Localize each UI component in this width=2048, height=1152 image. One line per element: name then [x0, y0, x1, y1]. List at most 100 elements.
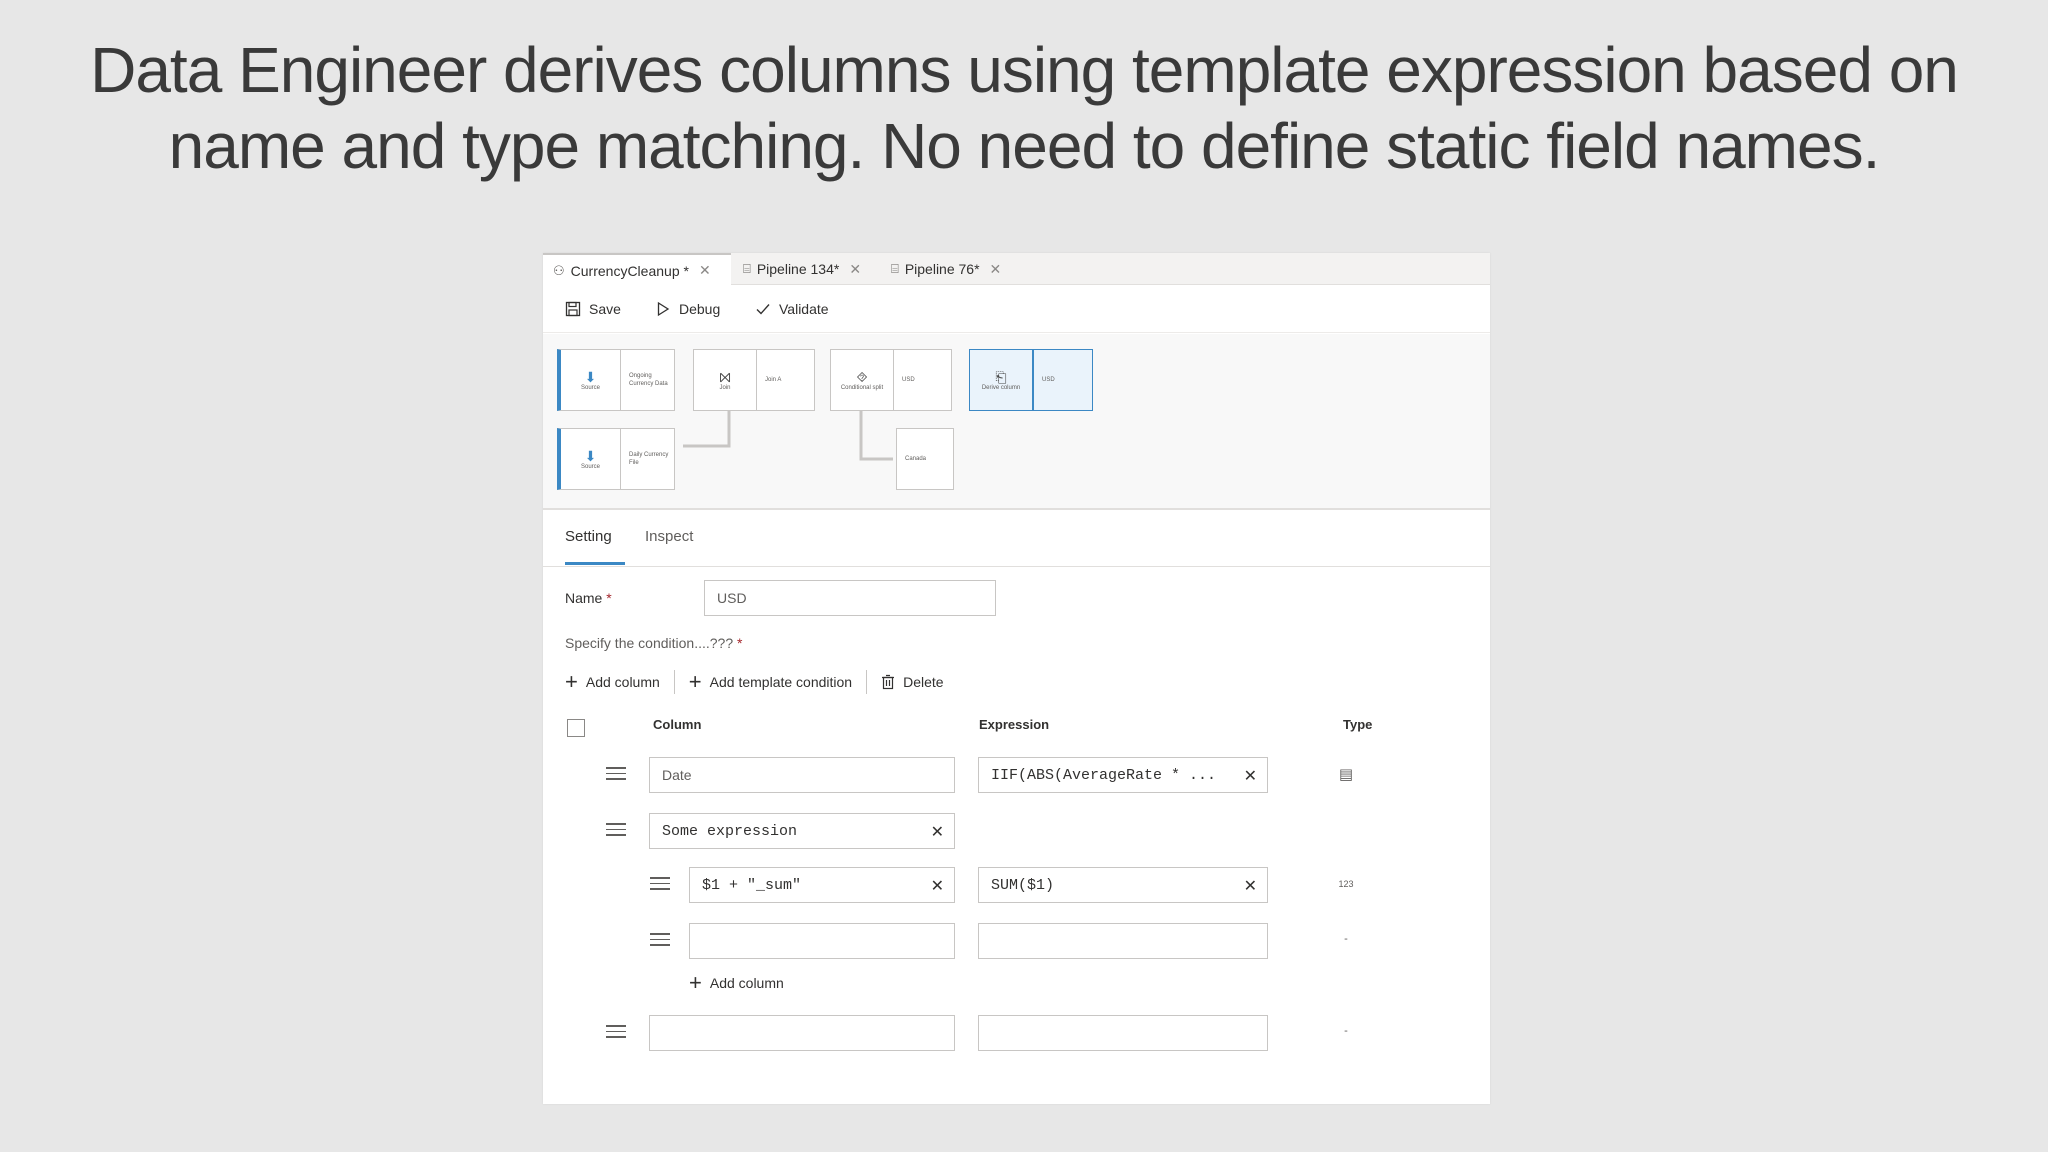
expression-input[interactable]: SUM($1) ✕ — [978, 867, 1268, 903]
join-node[interactable]: ⨝ Join — [693, 349, 757, 411]
tab-label: Pipeline 76* — [904, 261, 980, 277]
validate-button[interactable]: Validate — [755, 297, 829, 321]
expression-input[interactable] — [978, 923, 1268, 959]
tab-setting[interactable]: Setting — [565, 528, 612, 545]
node-type-label: Source — [580, 385, 600, 391]
column-header: Column — [653, 717, 702, 732]
add-column-label: Add column — [585, 674, 660, 690]
save-icon — [565, 301, 581, 317]
source-node-daily[interactable]: ⬇ Source — [557, 428, 621, 490]
divider — [673, 670, 675, 694]
expression-value: SUM($1) — [991, 876, 1055, 894]
source-output-label[interactable]: Ongoing Currency Data — [621, 349, 675, 411]
headline-line-2: name and type matching. No need to defin… — [168, 110, 1881, 182]
dataflow-icon: ⚇ — [553, 262, 565, 278]
column-input[interactable] — [649, 1015, 955, 1051]
tab-pipeline-134[interactable]: ⌸ Pipeline 134* ✕ — [733, 253, 881, 285]
dataflow-editor-window: ⚇ CurrencyCleanup * ✕ ⌸ Pipeline 134* ✕ … — [543, 253, 1490, 1104]
delete-label: Delete — [903, 674, 944, 690]
name-field-label: Name * — [565, 590, 612, 606]
column-input[interactable] — [689, 923, 955, 959]
delete-button[interactable]: Delete — [881, 674, 944, 690]
required-marker: * — [737, 635, 743, 651]
source-node-ongoing[interactable]: ⬇ Source — [557, 349, 621, 411]
expression-input[interactable]: IIF(ABS(AverageRate * ... ✕ — [978, 757, 1268, 793]
active-tab-indicator — [565, 562, 625, 565]
drag-handle-icon[interactable] — [606, 767, 626, 781]
name-input-value: USD — [717, 590, 747, 606]
node-type-label: Source — [580, 464, 600, 470]
save-label: Save — [589, 301, 621, 317]
source-output-label[interactable]: Daily Currency File — [621, 428, 675, 490]
plus-icon: + — [689, 970, 702, 995]
add-column-nested-button[interactable]: + Add column — [689, 970, 784, 995]
join-output-label[interactable]: Join A — [757, 349, 815, 411]
source-icon: ⬇ — [584, 369, 597, 385]
add-template-label: Add template condition — [709, 674, 853, 690]
toolbar: Save Debug Validate — [543, 285, 1490, 333]
pipeline-icon: ⌸ — [891, 261, 899, 276]
column-input[interactable]: Date — [649, 757, 955, 793]
document-tab-bar: ⚇ CurrencyCleanup * ✕ ⌸ Pipeline 134* ✕ … — [543, 253, 1490, 286]
settings-tabs: Setting Inspect — [543, 512, 1490, 567]
drag-handle-icon[interactable] — [650, 933, 670, 947]
required-marker: * — [606, 590, 612, 606]
drag-handle-icon[interactable] — [606, 823, 626, 837]
dataflow-canvas[interactable]: ⬇ Source Ongoing Currency Data ⨝ Join Jo… — [543, 334, 1490, 510]
node-label-text: USD — [902, 377, 915, 383]
tab-pipeline-76[interactable]: ⌸ Pipeline 76* ✕ — [881, 253, 1031, 285]
conditional-split-node[interactable]: ⯑ Conditional split — [830, 349, 894, 411]
drag-handle-icon[interactable] — [650, 877, 670, 891]
play-icon — [657, 301, 670, 317]
template-condition-input[interactable]: Some expression ✕ — [649, 813, 955, 849]
tab-inspect[interactable]: Inspect — [645, 528, 693, 545]
derive-column-node[interactable]: ⎗ Derive column — [969, 349, 1033, 411]
add-column-label: Add column — [709, 975, 784, 991]
close-icon[interactable]: ✕ — [990, 261, 1002, 278]
trash-icon — [882, 674, 895, 690]
tab-label: CurrencyCleanup * — [570, 262, 689, 279]
checkmark-icon — [756, 304, 770, 315]
pipeline-icon: ⌸ — [743, 261, 751, 276]
close-icon[interactable]: ✕ — [849, 261, 861, 278]
node-label-text: Ongoing Currency Data — [629, 373, 668, 387]
close-icon[interactable]: ✕ — [1244, 766, 1257, 786]
name-input[interactable]: USD — [704, 580, 996, 616]
divider — [866, 670, 868, 694]
derive-output-label[interactable]: USD — [1033, 349, 1093, 411]
condition-label-text: Specify the condition....??? — [565, 635, 734, 651]
validate-label: Validate — [779, 301, 829, 317]
source-icon: ⬇ — [584, 448, 597, 464]
split-output-label[interactable]: USD — [894, 349, 952, 411]
expression-input[interactable] — [978, 1015, 1268, 1051]
column-value: $1 + "_sum" — [702, 876, 802, 894]
node-label-text: USD — [1042, 377, 1055, 383]
close-icon[interactable]: ✕ — [931, 876, 944, 896]
close-icon[interactable]: ✕ — [1244, 876, 1257, 896]
calendar-icon: ▤ — [1338, 766, 1354, 783]
node-label-text: Join A — [765, 377, 782, 383]
close-icon[interactable]: ✕ — [931, 822, 944, 842]
type-label: - — [1344, 1025, 1348, 1037]
select-all-checkbox[interactable] — [567, 719, 585, 737]
tab-label: Pipeline 134* — [756, 261, 840, 277]
condition-label: Specify the condition....??? * — [565, 635, 742, 651]
add-template-condition-button[interactable]: + Add template condition — [688, 669, 853, 694]
debug-button[interactable]: Debug — [655, 297, 720, 321]
expression-value: IIF(ABS(AverageRate * ... — [991, 766, 1217, 784]
node-type-label: Join — [719, 385, 731, 391]
node-label-text: Daily Currency File — [629, 452, 669, 466]
add-column-button[interactable]: + Add column — [565, 671, 660, 693]
node-label-text: Canada — [905, 456, 927, 462]
plus-icon: + — [688, 669, 702, 694]
column-placeholder: Date — [662, 767, 692, 783]
node-type-label: Derive column — [981, 385, 1021, 391]
expression-header: Expression — [979, 717, 1050, 732]
close-icon[interactable]: ✕ — [699, 262, 711, 279]
canada-output-label[interactable]: Canada — [896, 428, 954, 490]
name-label-text: Name — [565, 590, 603, 606]
tab-currencycleanup[interactable]: ⚇ CurrencyCleanup * ✕ — [543, 253, 731, 286]
save-button[interactable]: Save — [565, 297, 621, 321]
drag-handle-icon[interactable] — [606, 1025, 626, 1039]
column-input[interactable]: $1 + "_sum" ✕ — [689, 867, 955, 903]
